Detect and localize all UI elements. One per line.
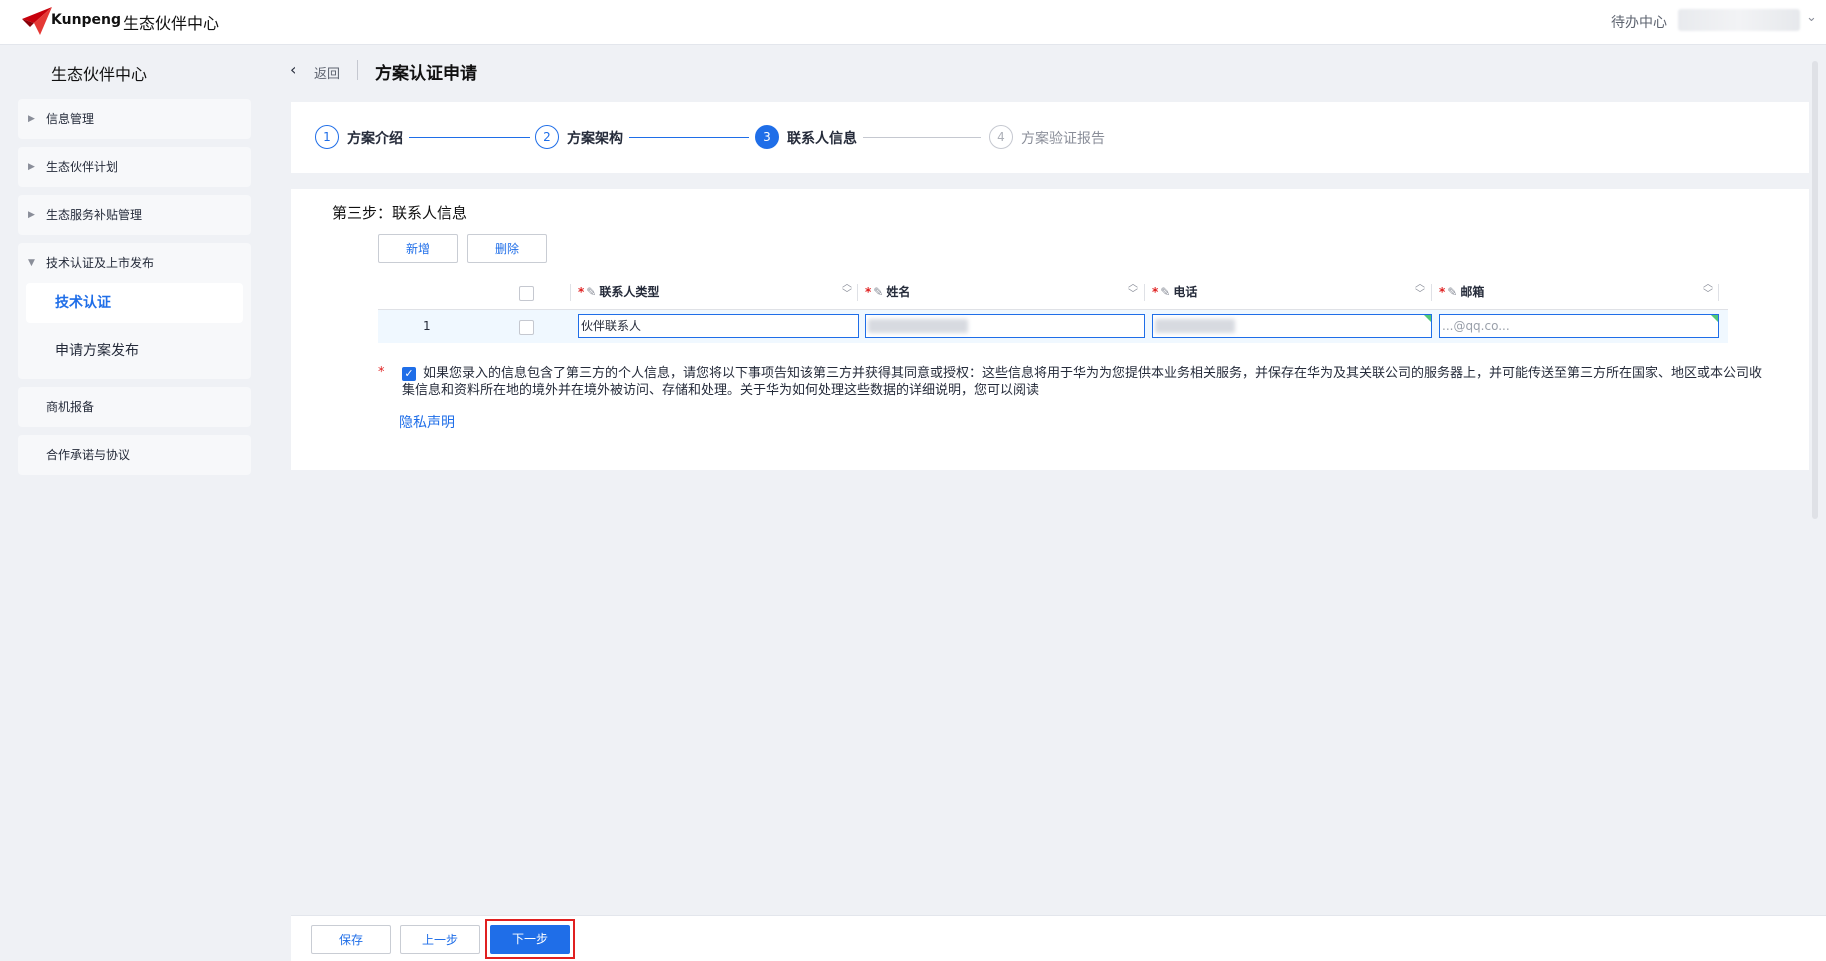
- step-label: 方案介绍: [347, 131, 403, 147]
- name-input[interactable]: [865, 314, 1145, 338]
- sidebar-item-label: 技术认证及上市发布: [46, 256, 155, 270]
- sort-icon[interactable]: ︿ ﹀: [842, 280, 852, 300]
- phone-input[interactable]: [1152, 314, 1432, 338]
- previous-step-button[interactable]: 上一步: [400, 925, 480, 954]
- sidebar-item-label: 生态服务补贴管理: [46, 208, 143, 222]
- step-number: 4: [989, 125, 1013, 149]
- sidebar-item-label: 信息管理: [46, 112, 95, 126]
- sidebar-item-agreements[interactable]: 合作承诺与协议: [18, 435, 251, 475]
- sidebar-item-partner-plan[interactable]: ▶ 生态伙伴计划: [18, 147, 251, 187]
- divider: [357, 60, 358, 80]
- step-connector: [863, 137, 981, 138]
- sidebar-subitem-apply-release[interactable]: 申请方案发布: [18, 331, 251, 371]
- caret-right-icon: ▶: [28, 114, 35, 124]
- sidebar-item-subsidy[interactable]: ▶ 生态服务补贴管理: [18, 195, 251, 235]
- column-label: 姓名: [886, 285, 911, 299]
- sidebar-item-label: 商机报备: [46, 400, 95, 414]
- kunpeng-logo-icon[interactable]: [20, 5, 54, 37]
- redacted-value: [1155, 319, 1235, 333]
- edit-marker: [1424, 315, 1431, 322]
- stepper: 1 方案介绍 2 方案架构 3 联系人信息 4 方案验证报告: [291, 102, 1809, 173]
- todo-center-link[interactable]: 待办中心: [1611, 12, 1667, 32]
- save-button[interactable]: 保存: [311, 925, 391, 954]
- column-label: 电话: [1173, 285, 1198, 299]
- sidebar-item-label: 生态伙伴计划: [46, 160, 119, 174]
- sort-icon[interactable]: ︿ ﹀: [1415, 280, 1425, 300]
- row-checkbox[interactable]: [519, 320, 534, 335]
- sidebar-item-opportunity[interactable]: 商机报备: [18, 387, 251, 427]
- caret-down-icon: ▼: [28, 258, 35, 268]
- back-link[interactable]: 返回: [314, 63, 340, 82]
- consent-text: 如果您录入的信息包含了第三方的个人信息，请您将以下事项告知该第三方并获得其同意或…: [402, 366, 1763, 398]
- portal-title[interactable]: 生态伙伴中心: [123, 10, 219, 34]
- top-bar: Kunpeng 生态伙伴中心 待办中心 ⌄: [0, 0, 1826, 45]
- sidebar-item-certification[interactable]: ▼ 技术认证及上市发布 技术认证 申请方案发布: [18, 243, 251, 379]
- required-marker: *: [378, 365, 385, 380]
- contact-table: * ✎ 联系人类型 ︿ ﹀ * ✎ 姓名 ︿ ﹀ * ✎ 电话 ︿ ﹀ * ✎ 邮箱 ︿ ﹀ 1 伙伴联…: [378, 276, 1728, 343]
- footer-action-bar: 保存 上一步 下一步: [291, 915, 1826, 961]
- email-value: ...@qq.co...: [1442, 319, 1510, 333]
- sidebar-item-label: 合作承诺与协议: [46, 448, 131, 462]
- edit-marker: [1711, 315, 1718, 322]
- caret-right-icon: ▶: [28, 162, 35, 172]
- edit-pencil-icon: ✎: [586, 285, 597, 299]
- divider: [1431, 284, 1432, 301]
- back-arrow-icon[interactable]: ‹: [290, 60, 296, 79]
- column-header-contact-type[interactable]: * ✎ 联系人类型: [578, 276, 659, 309]
- table-row[interactable]: 1 伙伴联系人 ...@qq.co...: [378, 310, 1728, 343]
- step-label: 方案架构: [567, 131, 623, 147]
- user-account[interactable]: [1678, 9, 1800, 31]
- redacted-value: [868, 319, 968, 333]
- sidebar-title: 生态伙伴中心: [51, 65, 148, 84]
- sort-icon[interactable]: ︿ ﹀: [1703, 280, 1713, 300]
- step-connector: [629, 137, 749, 138]
- column-header-email[interactable]: * ✎ 邮箱: [1439, 276, 1484, 309]
- step-number: 2: [535, 125, 559, 149]
- section-title: 第三步：联系人信息: [332, 204, 468, 222]
- column-label: 邮箱: [1460, 285, 1485, 299]
- page-scrollbar[interactable]: [1812, 61, 1818, 519]
- sort-icon[interactable]: ︿ ﹀: [1128, 280, 1138, 300]
- brand-name[interactable]: Kunpeng: [51, 12, 121, 28]
- column-header-phone[interactable]: * ✎ 电话: [1152, 276, 1197, 309]
- chevron-down-icon[interactable]: ⌄: [1806, 10, 1817, 25]
- divider: [570, 284, 571, 301]
- step-label: 方案验证报告: [1021, 131, 1105, 147]
- edit-pencil-icon: ✎: [873, 285, 884, 299]
- divider: [1144, 284, 1145, 301]
- privacy-statement-link[interactable]: 隐私声明: [399, 412, 455, 432]
- sidebar-item-info-management[interactable]: ▶ 信息管理: [18, 99, 251, 139]
- edit-pencil-icon: ✎: [1447, 285, 1458, 299]
- delete-button[interactable]: 删除: [467, 234, 547, 263]
- contact-form: 第三步：联系人信息 新增 删除 * ✎ 联系人类型 ︿ ﹀ * ✎ 姓名 ︿ ﹀ * ✎ 电话 …: [291, 189, 1809, 470]
- column-header-name[interactable]: * ✎ 姓名: [865, 276, 910, 309]
- table-header: * ✎ 联系人类型 ︿ ﹀ * ✎ 姓名 ︿ ﹀ * ✎ 电话 ︿ ﹀ * ✎ 邮箱 ︿ ﹀: [378, 276, 1728, 310]
- divider: [857, 284, 858, 301]
- email-input[interactable]: ...@qq.co...: [1439, 314, 1719, 338]
- edit-pencil-icon: ✎: [1160, 285, 1171, 299]
- contact-type-input[interactable]: 伙伴联系人: [578, 314, 859, 338]
- step-label: 联系人信息: [787, 131, 857, 147]
- step-number: 1: [315, 125, 339, 149]
- row-index: 1: [423, 319, 431, 333]
- column-label: 联系人类型: [599, 285, 660, 299]
- caret-right-icon: ▶: [28, 210, 35, 220]
- divider: [1718, 284, 1719, 301]
- step-connector: [409, 137, 530, 138]
- highlight-box: [485, 919, 575, 959]
- sidebar-subitem-tech-cert[interactable]: 技术认证: [26, 283, 243, 323]
- select-all-checkbox[interactable]: [519, 286, 534, 301]
- page-title: 方案认证申请: [375, 64, 477, 84]
- add-button[interactable]: 新增: [378, 234, 458, 263]
- step-number: 3: [755, 125, 779, 149]
